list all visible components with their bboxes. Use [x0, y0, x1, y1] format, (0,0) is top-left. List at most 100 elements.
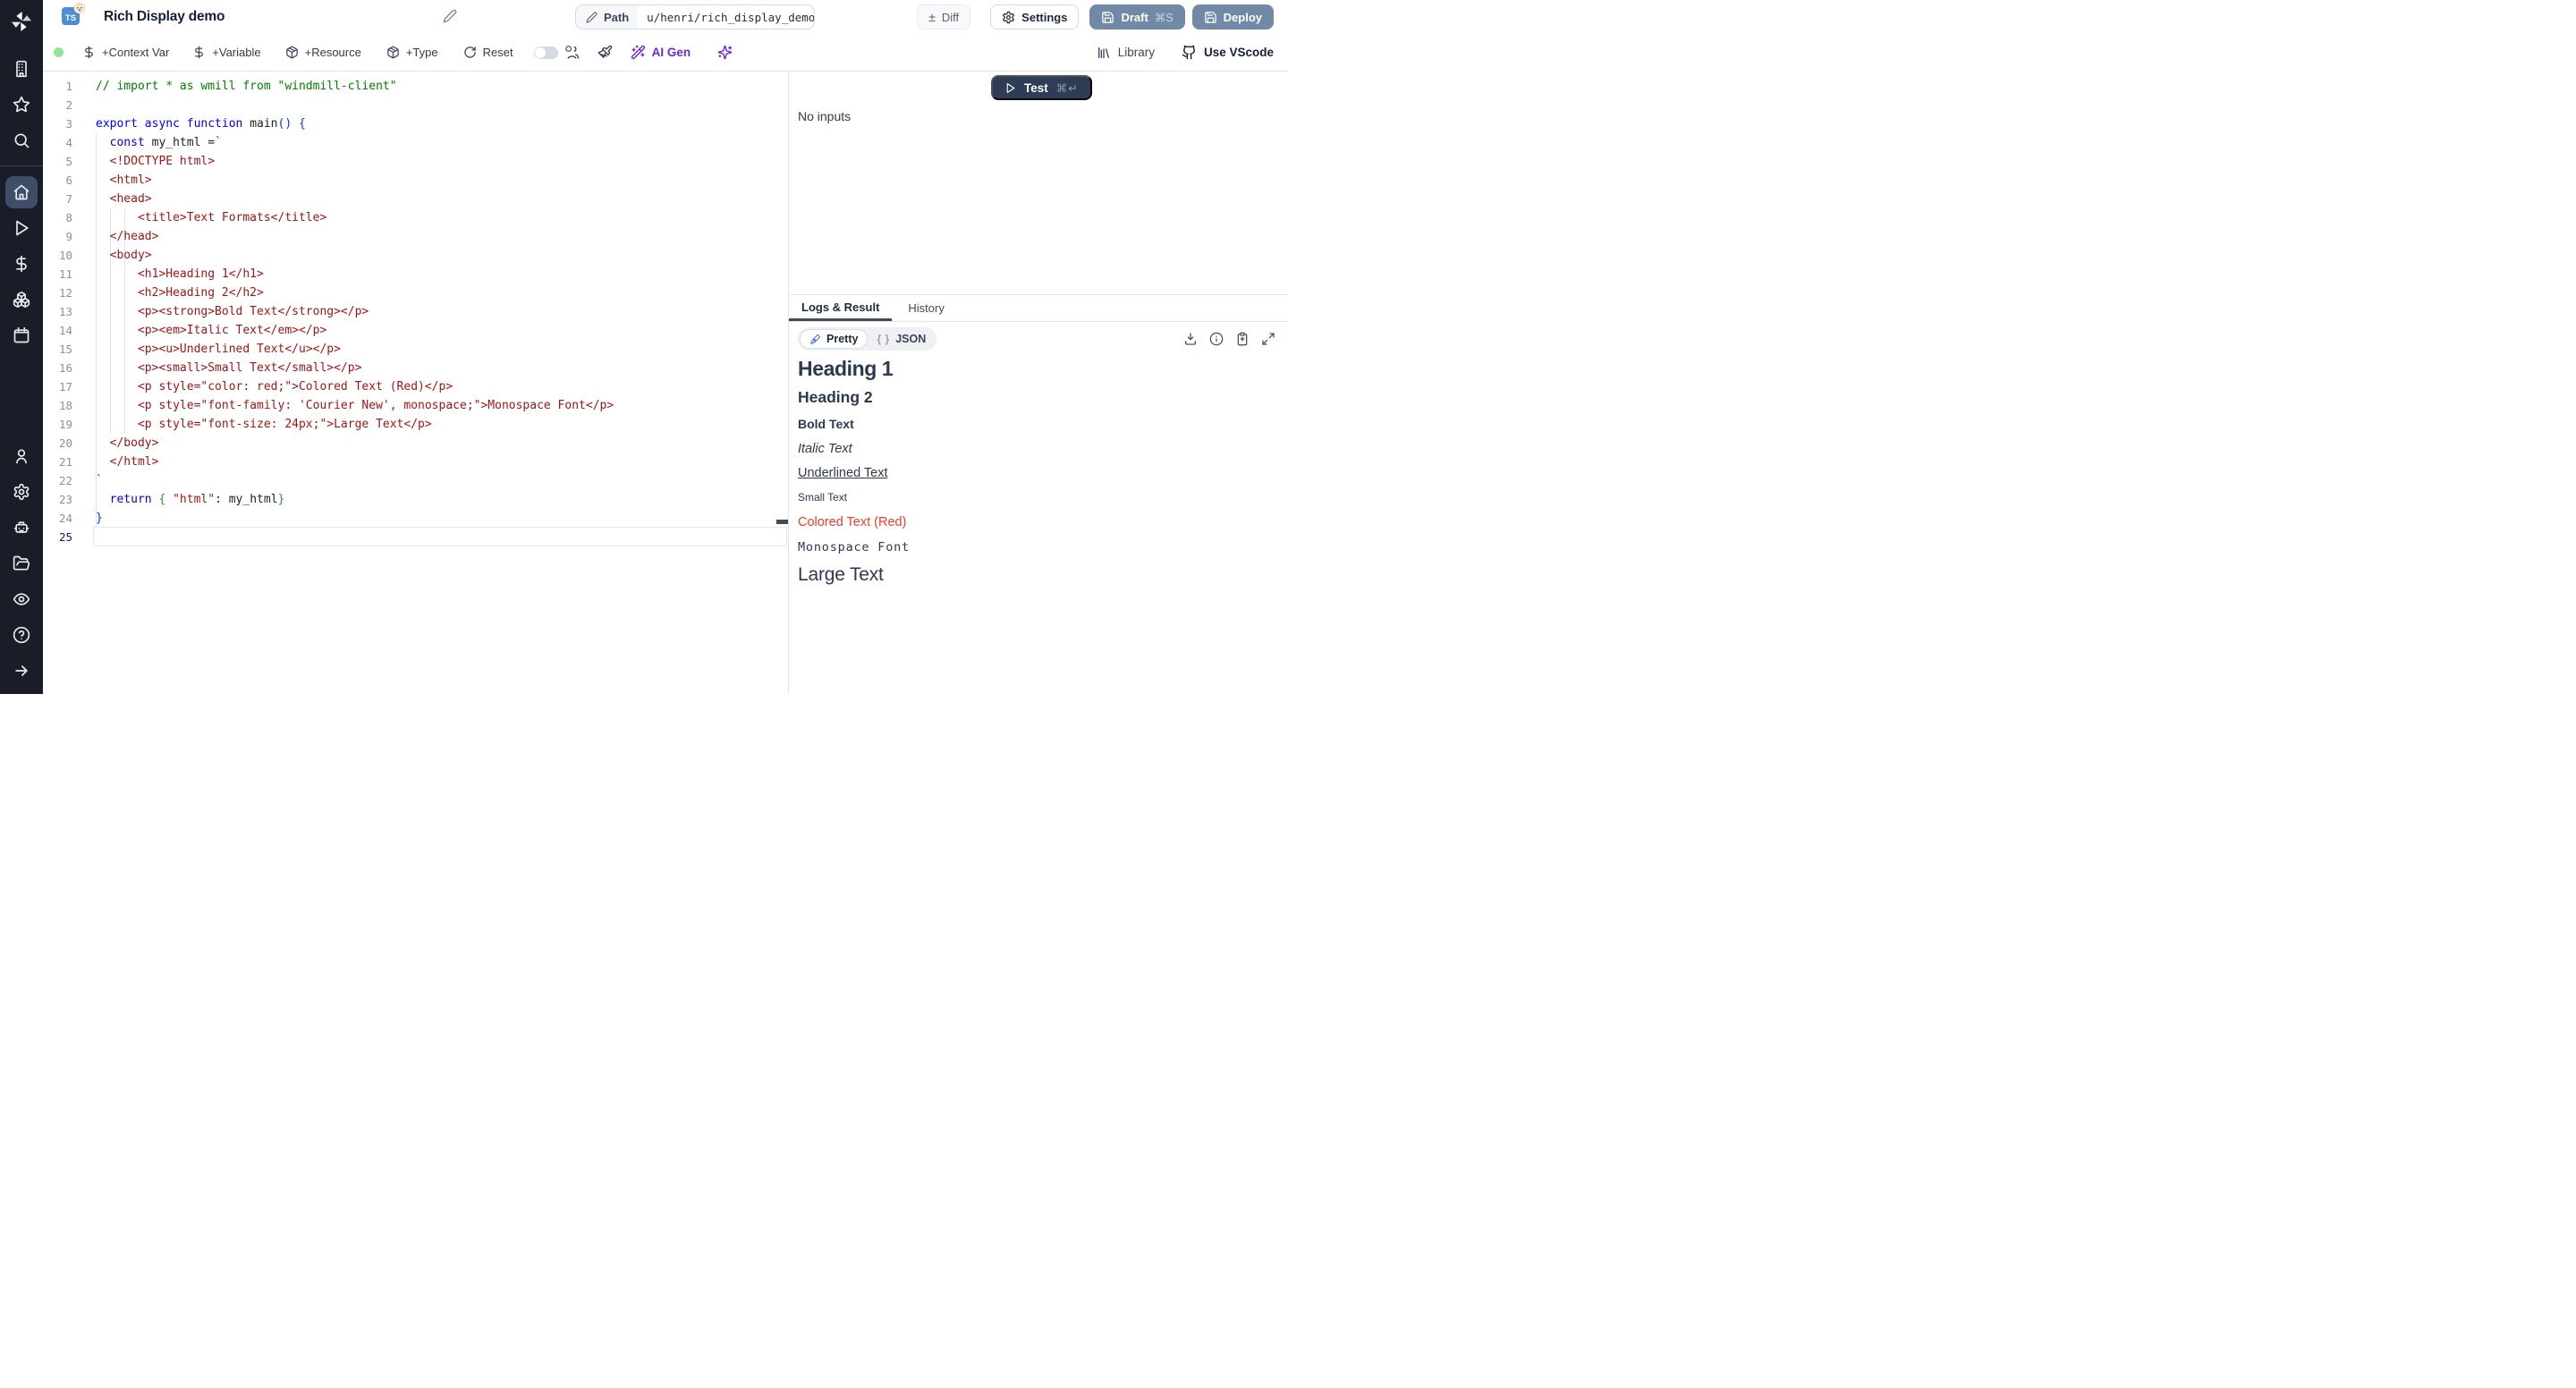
format-brush-icon[interactable]	[597, 45, 613, 60]
code-line-18[interactable]: 18 <p style="font-family: 'Courier New',…	[43, 396, 788, 415]
code-line-14[interactable]: 14 <p><em>Italic Text</em></p>	[43, 321, 788, 340]
code-line-24[interactable]: 24}	[43, 509, 788, 528]
code-text: <p><small>Small Text</small></p>	[72, 359, 361, 377]
code-line-5[interactable]: 5 <!DOCTYPE html>	[43, 152, 788, 171]
help-icon	[13, 626, 30, 644]
tab-logs-result[interactable]: Logs & Result	[789, 295, 892, 321]
edit-title-pencil-icon[interactable]	[443, 9, 457, 23]
code-line-9[interactable]: 9 </head>	[43, 227, 788, 246]
sidebar-item-calendar[interactable]	[4, 317, 39, 353]
users-icon[interactable]	[564, 45, 580, 60]
code-line-15[interactable]: 15 <p><u>Underlined Text</u></p>	[43, 340, 788, 359]
code-text: </head>	[72, 227, 158, 246]
code-line-23[interactable]: 23 return { "html": my_html}	[43, 490, 788, 509]
code-text: <p style="font-family: 'Courier New', mo…	[72, 396, 614, 415]
sidebar-group-top	[4, 51, 39, 158]
diff-mode-toggle[interactable]	[534, 47, 558, 59]
sidebar-group-tools	[4, 438, 39, 617]
add-resource-button[interactable]: +Resource	[285, 46, 361, 59]
code-line-13[interactable]: 13 <p><strong>Bold Text</strong></p>	[43, 302, 788, 321]
sidebar-item-robot[interactable]	[4, 510, 39, 546]
code-line-10[interactable]: 10 <body>	[43, 246, 788, 265]
view-mode-json[interactable]: { } JSON	[868, 330, 935, 348]
copy-to-clipboard-icon[interactable]	[1235, 332, 1250, 346]
script-language-badge: TS	[62, 7, 80, 25]
ai-gen-button[interactable]: AI Gen	[631, 45, 691, 60]
code-line-6[interactable]: 6 <html>	[43, 171, 788, 190]
code-line-11[interactable]: 11 <h1>Heading 1</h1>	[43, 265, 788, 284]
sidebar-group-bottom	[4, 617, 39, 689]
folder-open-icon	[13, 554, 30, 572]
sidebar-item-star[interactable]	[4, 87, 39, 123]
code-line-7[interactable]: 7 <head>	[43, 190, 788, 208]
draft-button[interactable]: Draft ⌘S	[1089, 4, 1184, 30]
use-vscode-button[interactable]: Use VScode	[1182, 45, 1274, 60]
test-button[interactable]: Test ⌘↵	[991, 75, 1092, 100]
windmill-logo[interactable]	[0, 0, 43, 42]
path-control[interactable]: Path u/henri/rich_display_demo	[575, 4, 815, 30]
code-text: <h2>Heading 2</h2>	[72, 284, 264, 302]
sidebar-group-main	[4, 174, 39, 353]
sidebar-item-eye[interactable]	[4, 581, 39, 617]
split-resize-handle[interactable]	[776, 520, 788, 524]
sidebar-item-help[interactable]	[4, 617, 39, 653]
code-line-1[interactable]: 1// import * as wmill from "windmill-cli…	[43, 77, 788, 96]
sidebar-item-arrow-right[interactable]	[4, 653, 39, 689]
code-text: <p style="color: red;">Colored Text (Red…	[72, 377, 453, 396]
code-line-8[interactable]: 8 <title>Text Formats</title>	[43, 208, 788, 227]
magic-wand-icon	[631, 45, 646, 60]
code-line-19[interactable]: 19 <p style="font-size: 24px;">Large Tex…	[43, 415, 788, 434]
sidebar-item-dollar[interactable]	[4, 246, 39, 282]
sidebar-item-user[interactable]	[4, 438, 39, 474]
package-icon	[386, 46, 400, 59]
top-bar: TS Rich Display demo Path u/henri/rich_d…	[43, 0, 1288, 34]
calendar-icon	[13, 326, 30, 344]
add-variable-button[interactable]: +Variable	[192, 46, 260, 59]
code-line-3[interactable]: 3export async function main() {	[43, 114, 788, 133]
sidebar-item-search[interactable]	[4, 123, 39, 158]
expand-icon[interactable]	[1261, 332, 1275, 346]
sparkles-icon[interactable]	[717, 45, 733, 60]
sidebar-item-folder-open[interactable]	[4, 546, 39, 581]
status-dot	[54, 47, 64, 57]
sidebar-item-play[interactable]	[4, 210, 39, 246]
line-number: 8	[43, 208, 72, 227]
code-text: // import * as wmill from "windmill-clie…	[72, 77, 397, 96]
add-type-button[interactable]: +Type	[386, 46, 438, 59]
editor-toolbar: +Context Var +Variable +Resource +Type R…	[43, 34, 1288, 72]
line-number: 14	[43, 321, 72, 340]
sidebar-item-gear[interactable]	[4, 474, 39, 510]
rendered-result: Heading 1 Heading 2 Bold Text Italic Tex…	[789, 356, 1288, 586]
code-line-21[interactable]: 21 </html>	[43, 453, 788, 471]
code-line-2[interactable]: 2	[43, 96, 788, 114]
code-line-17[interactable]: 17 <p style="color: red;">Colored Text (…	[43, 377, 788, 396]
download-result-icon[interactable]	[1183, 332, 1198, 346]
reset-button[interactable]: Reset	[463, 46, 513, 59]
code-text: <title>Text Formats</title>	[72, 208, 326, 227]
library-button[interactable]: Library	[1097, 46, 1155, 60]
line-number: 19	[43, 415, 72, 434]
code-line-20[interactable]: 20 </body>	[43, 434, 788, 453]
code-editor[interactable]: 1// import * as wmill from "windmill-cli…	[43, 72, 788, 694]
code-line-12[interactable]: 12 <h2>Heading 2</h2>	[43, 284, 788, 302]
sidebar-divider	[0, 165, 43, 166]
code-line-16[interactable]: 16 <p><small>Small Text</small></p>	[43, 359, 788, 377]
code-line-22[interactable]: 22`	[43, 471, 788, 490]
info-icon[interactable]	[1209, 332, 1224, 346]
view-mode-pretty[interactable]: Pretty	[800, 329, 868, 349]
code-text: return { "html": my_html}	[72, 490, 284, 509]
tab-history[interactable]: History	[904, 295, 947, 321]
diff-button[interactable]: ± Diff	[917, 4, 970, 30]
sidebar-item-home[interactable]	[4, 174, 39, 210]
sidebar-item-building[interactable]	[4, 51, 39, 87]
deploy-button[interactable]: Deploy	[1192, 4, 1274, 30]
add-context-var-button[interactable]: +Context Var	[82, 46, 169, 59]
sidebar-item-boxes[interactable]	[4, 282, 39, 317]
settings-button[interactable]: Settings	[990, 4, 1079, 30]
gear-icon	[1002, 11, 1015, 24]
code-line-4[interactable]: 4 const my_html =`	[43, 133, 788, 152]
path-label: Path	[604, 11, 629, 24]
arrow-right-icon	[13, 662, 30, 680]
code-text: <html>	[72, 171, 152, 190]
line-number: 22	[43, 471, 72, 490]
